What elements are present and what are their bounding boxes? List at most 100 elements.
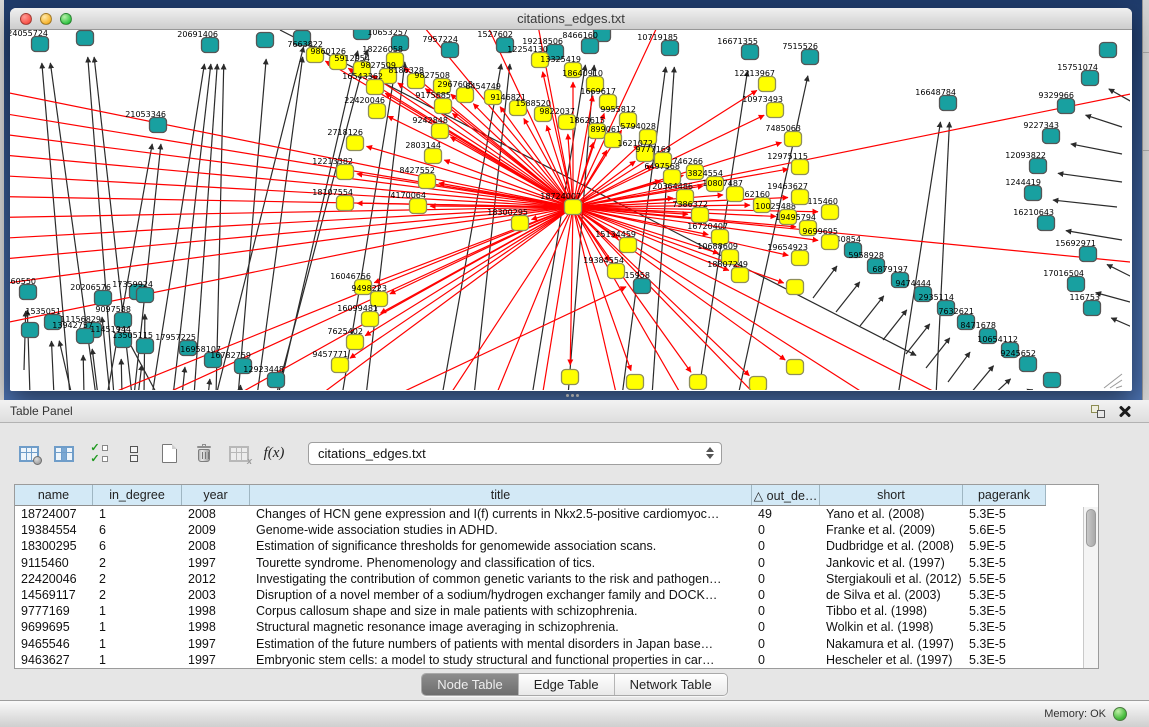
panel-splitter-grip[interactable] <box>566 394 569 397</box>
edge[interactable] <box>1107 264 1130 277</box>
graph-node-selected[interactable] <box>792 251 809 266</box>
table-row[interactable]: 1830029562008Estimation of significance … <box>15 538 1046 554</box>
edge[interactable] <box>24 311 26 370</box>
network-view-window[interactable]: citations_edges.txt 24055724206914068813… <box>10 8 1132 391</box>
selected-edge[interactable] <box>540 207 573 390</box>
graph-node-selected[interactable] <box>690 375 707 390</box>
graph-node[interactable] <box>1038 216 1055 231</box>
graph-node[interactable] <box>32 37 49 52</box>
graph-node-selected[interactable] <box>792 160 809 175</box>
column-header-name[interactable]: name <box>15 485 93 505</box>
edge[interactable] <box>1053 200 1117 207</box>
column-header-in_degree[interactable]: in_degree <box>93 485 182 505</box>
graph-node[interactable] <box>442 43 459 58</box>
edge[interactable] <box>1109 89 1130 102</box>
graph-node-selected[interactable] <box>425 149 442 164</box>
graph-node-selected[interactable] <box>369 104 386 119</box>
edge[interactable] <box>138 365 142 390</box>
import-table-button[interactable]: x <box>226 440 252 468</box>
table-row[interactable]: 911546021997Tourette syndrome. Phenomeno… <box>15 555 1046 571</box>
graph-node[interactable] <box>634 279 651 294</box>
graph-node-selected[interactable] <box>767 103 784 118</box>
table-row[interactable]: 1872400712008Changes of HCN gene express… <box>15 506 1046 522</box>
graph-node-selected[interactable] <box>620 238 637 253</box>
close-window-button[interactable] <box>20 13 32 25</box>
graph-node[interactable] <box>137 339 154 354</box>
edge[interactable] <box>883 310 907 340</box>
edge[interactable] <box>51 341 54 390</box>
right-panel-edge[interactable] <box>1142 0 1149 400</box>
canvas-resize-grip[interactable] <box>1116 386 1122 388</box>
table-row[interactable]: 977716911998Corpus callosum shape and si… <box>15 603 1046 619</box>
graph-node[interactable] <box>137 288 154 303</box>
graph-node[interactable] <box>1025 186 1042 201</box>
graph-node-selected[interactable] <box>759 77 776 92</box>
graph-node[interactable] <box>1068 277 1085 292</box>
graph-node[interactable] <box>202 38 219 53</box>
graph-node-selected[interactable] <box>785 132 802 147</box>
graph-node[interactable] <box>1030 159 1047 174</box>
edge[interactable] <box>240 385 241 390</box>
graph-node[interactable] <box>1100 43 1117 58</box>
table-row[interactable]: 969969511998Structural magnetic resonanc… <box>15 619 1046 635</box>
table-row[interactable]: 946554611997Estimation of the future num… <box>15 636 1046 652</box>
graph-node[interactable] <box>742 45 759 60</box>
edge[interactable] <box>1058 173 1122 182</box>
network-window-titlebar[interactable]: citations_edges.txt <box>10 8 1132 30</box>
graph-node-selected[interactable] <box>822 235 839 250</box>
graph-node-selected[interactable] <box>787 360 804 375</box>
scrollbar-thumb[interactable] <box>1086 509 1096 547</box>
show-column-button[interactable] <box>51 440 77 468</box>
graph-node-selected[interactable] <box>750 377 767 391</box>
graph-node-selected[interactable] <box>337 165 354 180</box>
select-columns-button[interactable]: ✓ ✓ <box>86 440 112 468</box>
graph-node[interactable] <box>77 31 94 46</box>
graph-node[interactable] <box>20 285 37 300</box>
graph-node-selected[interactable] <box>419 174 436 189</box>
graph-node-selected[interactable] <box>692 208 709 223</box>
graph-node[interactable] <box>257 33 274 48</box>
edge[interactable] <box>836 282 860 312</box>
table-selector-dropdown[interactable]: citations_edges.txt <box>308 442 722 465</box>
graph-node[interactable] <box>1044 373 1061 388</box>
table-row[interactable]: 1456911722003Disruption of a novel membe… <box>15 587 1046 603</box>
selected-edge[interactable] <box>210 207 573 390</box>
graph-node-selected[interactable] <box>792 190 809 205</box>
graph-node[interactable] <box>268 373 285 388</box>
edge[interactable] <box>948 352 970 382</box>
graph-node[interactable] <box>1082 71 1099 86</box>
column-header-out_de[interactable]: △ out_de… <box>752 485 820 505</box>
selected-edge[interactable] <box>390 287 626 390</box>
minimize-window-button[interactable] <box>40 13 52 25</box>
graph-node-selected[interactable] <box>432 124 449 139</box>
table-row[interactable]: 946362711997Embryonic stem cells: a mode… <box>15 652 1046 668</box>
graph-node-selected[interactable] <box>367 80 384 95</box>
edge[interactable] <box>1086 115 1122 127</box>
table-mode-icon[interactable] <box>16 440 42 468</box>
edge[interactable] <box>1096 293 1130 302</box>
row-height-button[interactable] <box>121 440 147 468</box>
graph-node-selected[interactable] <box>608 264 625 279</box>
edge[interactable] <box>42 63 70 390</box>
edge[interactable] <box>813 266 837 298</box>
tab-node-table[interactable]: Node Table <box>422 674 519 695</box>
graph-node-selected[interactable] <box>347 335 364 350</box>
tab-network-table[interactable]: Network Table <box>615 674 727 695</box>
edge[interactable] <box>992 379 1011 390</box>
citation-network-graph[interactable]: 2405572420691406881305410653257795722415… <box>10 30 1130 390</box>
table-row[interactable]: 1938455462009Genome-wide association stu… <box>15 522 1046 538</box>
graph-node-selected[interactable] <box>627 375 644 390</box>
edge[interactable] <box>860 296 884 326</box>
graph-node[interactable] <box>150 118 167 133</box>
edge[interactable] <box>216 47 304 390</box>
function-builder-button[interactable]: f(x) <box>261 440 287 468</box>
graph-node[interactable] <box>802 50 819 65</box>
memory-status-indicator[interactable] <box>1113 707 1127 721</box>
graph-node-selected[interactable] <box>732 268 749 283</box>
edge[interactable] <box>970 366 994 390</box>
edge[interactable] <box>121 359 122 390</box>
graph-node-selected[interactable] <box>337 196 354 211</box>
selected-edge[interactable] <box>390 207 573 294</box>
edge[interactable] <box>1071 144 1122 154</box>
table-vertical-scrollbar[interactable] <box>1083 507 1098 668</box>
